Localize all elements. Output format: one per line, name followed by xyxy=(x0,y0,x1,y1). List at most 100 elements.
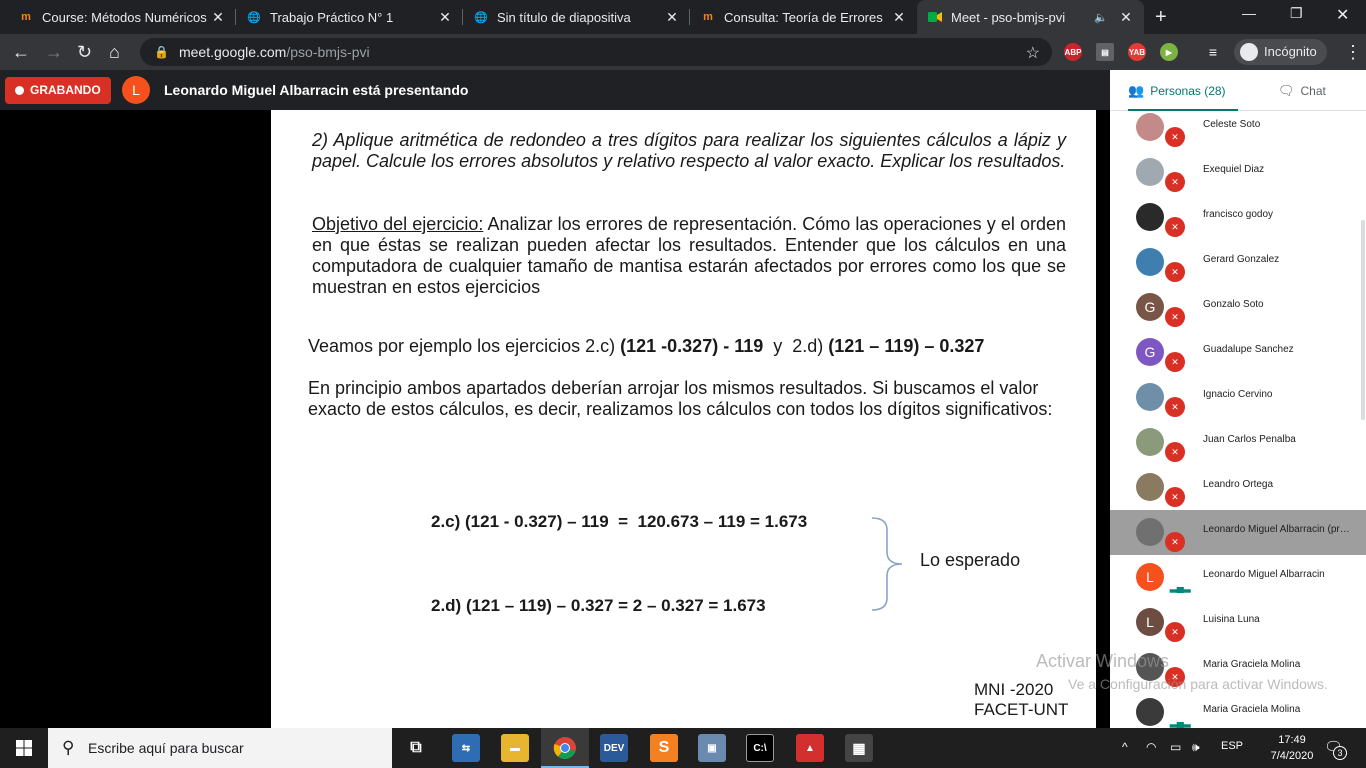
incognito-icon xyxy=(1240,43,1258,61)
participant-name: Maria Graciela Molina xyxy=(1203,704,1301,715)
bookmark-star-icon[interactable]: ☆ xyxy=(1026,43,1040,63)
slide-question: 2) Aplique aritmética de redondeo a tres… xyxy=(312,130,1066,171)
participant-row[interactable]: ✕ Juan Carlos Penalba xyxy=(1110,420,1366,465)
tab-diapositiva[interactable]: 🌐 Sin título de diapositiva ✕ xyxy=(463,0,690,34)
maximize-button[interactable]: ❐ xyxy=(1290,5,1303,22)
participant-row[interactable]: ✕ Gerard Gonzalez xyxy=(1110,240,1366,285)
incognito-badge[interactable]: Incógnito xyxy=(1234,39,1327,65)
participant-row[interactable]: L ▂▄▂ Leonardo Miguel Albarracin xyxy=(1110,555,1366,600)
tab-trabajo-practico[interactable]: 🌐 Trabajo Práctico N° 1 ✕ xyxy=(236,0,463,34)
sublime-text-icon[interactable]: S xyxy=(650,734,678,762)
activation-watermark-title: Activar Windows xyxy=(1036,651,1170,671)
moodle-icon: m xyxy=(21,11,31,23)
show-hidden-icons[interactable]: ^ xyxy=(1122,740,1128,754)
participant-row[interactable]: ✕ francisco godoy xyxy=(1110,195,1366,240)
participant-row[interactable]: ✕ Celeste Soto xyxy=(1110,111,1366,150)
home-icon[interactable]: ⌂ xyxy=(109,41,120,63)
participant-avatar xyxy=(1136,698,1164,726)
participant-row[interactable]: ✕ Leandro Ortega xyxy=(1110,465,1366,510)
equation-c: 2.c) (121 - 0.327) – 119 = 120.673 – 119… xyxy=(431,512,808,531)
media-queue-icon[interactable]: ≡ xyxy=(1204,43,1222,61)
back-icon[interactable]: ← xyxy=(12,41,30,63)
chrome-icon[interactable] xyxy=(551,734,579,762)
acrobat-icon[interactable]: ▲ xyxy=(796,734,824,762)
close-tab-icon[interactable]: ✕ xyxy=(210,9,226,26)
participant-row[interactable]: G ✕ Guadalupe Sanchez xyxy=(1110,330,1366,375)
recording-dot-icon xyxy=(15,86,24,95)
people-icon: 👥 xyxy=(1128,83,1145,98)
mic-muted-icon: ✕ xyxy=(1165,217,1185,237)
participant-name: Leonardo Miguel Albarracin xyxy=(1203,569,1325,580)
slide-objective: Objetivo del ejercicio: Analizar los err… xyxy=(312,214,1066,298)
panel-scrollbar[interactable] xyxy=(1361,220,1365,420)
participant-row[interactable]: ✕ Leonardo Miguel Albarracin (presentació… xyxy=(1110,510,1366,555)
close-tab-icon[interactable]: ✕ xyxy=(664,9,680,26)
mic-muted-icon: ✕ xyxy=(1165,262,1185,282)
tab-people[interactable]: 👥 Personas (28) xyxy=(1128,70,1238,111)
globe-icon: 🌐 xyxy=(474,11,488,24)
start-button[interactable] xyxy=(0,728,48,768)
presenter-label: Leonardo Miguel Albarracin está presenta… xyxy=(164,82,469,98)
mic-muted-icon: ✕ xyxy=(1165,352,1185,372)
wifi-icon[interactable]: ◠ xyxy=(1146,740,1156,754)
mic-muted-icon: ✕ xyxy=(1165,532,1185,552)
close-window-button[interactable]: ✕ xyxy=(1336,5,1349,25)
search-placeholder: Escribe aquí para buscar xyxy=(88,740,244,756)
participant-avatar xyxy=(1136,248,1164,276)
adblock-plus-icon[interactable]: ABP xyxy=(1064,43,1082,61)
minimize-button[interactable]: — xyxy=(1242,5,1256,21)
reload-icon[interactable]: ↻ xyxy=(77,41,92,63)
participant-name: Ignacio Cervino xyxy=(1203,389,1273,400)
incognito-label: Incógnito xyxy=(1264,44,1317,59)
participant-avatar: L xyxy=(1136,563,1164,591)
participant-name: francisco godoy xyxy=(1203,209,1274,220)
activation-watermark-subtitle: Ve a Configuración para activar Windows. xyxy=(1068,676,1328,692)
participant-row[interactable]: ✕ Ignacio Cervino xyxy=(1110,375,1366,420)
address-bar[interactable]: 🔒 meet.google.com/pso-bmjs-pvi ☆ xyxy=(140,38,1052,66)
windows-logo-icon xyxy=(16,740,32,756)
terminal-icon[interactable]: C:\ xyxy=(746,734,774,762)
play-extension-icon[interactable]: ▶ xyxy=(1160,43,1178,61)
forward-icon[interactable]: → xyxy=(45,41,63,63)
participants-panel: 👥 Personas (28) 🗨 Chat ✕ Celeste Soto ✕ Exequ… xyxy=(1110,70,1366,728)
slide-footer: MNI -2020 FACET-UNT xyxy=(974,680,1068,720)
volume-icon[interactable]: 🕪 xyxy=(1192,740,1200,755)
calculator-icon[interactable]: ▦ xyxy=(845,734,873,762)
participant-row[interactable]: ✕ Exequiel Diaz xyxy=(1110,150,1366,195)
dev-cpp-icon[interactable]: DEV xyxy=(600,734,628,762)
file-explorer-icon[interactable]: ▬ xyxy=(501,734,529,762)
browser-toolbar: ← → ↻ ⌂ 🔒 meet.google.com/pso-bmjs-pvi ☆… xyxy=(0,34,1366,70)
language-indicator[interactable]: ESP xyxy=(1221,740,1243,752)
close-tab-icon[interactable]: ✕ xyxy=(891,9,907,26)
menu-dots-icon[interactable]: ⋮ xyxy=(1344,41,1362,63)
participant-name: Exequiel Diaz xyxy=(1203,164,1265,175)
equation-d: 2.d) (121 – 119) – 0.327 = 2 – 0.327 = 1… xyxy=(431,596,766,615)
youtube-adblock-icon[interactable]: YAB xyxy=(1128,43,1146,61)
virtual-machine-icon[interactable]: ▣ xyxy=(698,734,726,762)
speaker-icon[interactable]: 🔈 xyxy=(1094,11,1108,24)
taskbar-clock[interactable]: 17:49 7/4/2020 xyxy=(1262,732,1322,764)
close-tab-icon[interactable]: ✕ xyxy=(1118,9,1134,26)
task-view-icon[interactable]: ⧉ xyxy=(402,734,430,762)
new-tab-button[interactable]: + xyxy=(1155,6,1167,29)
close-tab-icon[interactable]: ✕ xyxy=(437,9,453,26)
tab-meet[interactable]: Meet - pso-bmjs-pvi 🔈 ✕ xyxy=(917,0,1144,34)
tab-chat[interactable]: 🗨 Chat xyxy=(1278,70,1348,111)
mic-muted-icon: ✕ xyxy=(1165,397,1185,417)
tab-consulta[interactable]: m Consulta: Teoría de Errores ✕ xyxy=(690,0,917,34)
participant-row[interactable]: ▂▄▂ Maria Graciela Molina xyxy=(1110,690,1366,728)
participant-row[interactable]: L ✕ Luisina Luna xyxy=(1110,600,1366,645)
extension-icon[interactable]: ▤ xyxy=(1096,43,1114,61)
battery-icon[interactable]: ▭ xyxy=(1170,740,1181,754)
mic-muted-icon: ✕ xyxy=(1165,307,1185,327)
tab-title: Course: Métodos Numéricos I xyxy=(42,9,210,25)
tab-title: Sin título de diapositiva xyxy=(497,9,631,25)
participant-row[interactable]: G ✕ Gonzalo Soto xyxy=(1110,285,1366,330)
objective-label: Objetivo del ejercicio: xyxy=(312,214,484,234)
taskbar-search-box[interactable]: ⚲ Escribe aquí para buscar xyxy=(48,728,392,768)
globe-icon: 🌐 xyxy=(247,11,261,24)
notification-center-icon[interactable]: 🗨 3 xyxy=(1324,738,1347,760)
network-app-icon[interactable]: ⇆ xyxy=(452,734,480,762)
tab-course[interactable]: m Course: Métodos Numéricos I ✕ xyxy=(8,0,236,34)
participant-name: Celeste Soto xyxy=(1203,119,1261,130)
